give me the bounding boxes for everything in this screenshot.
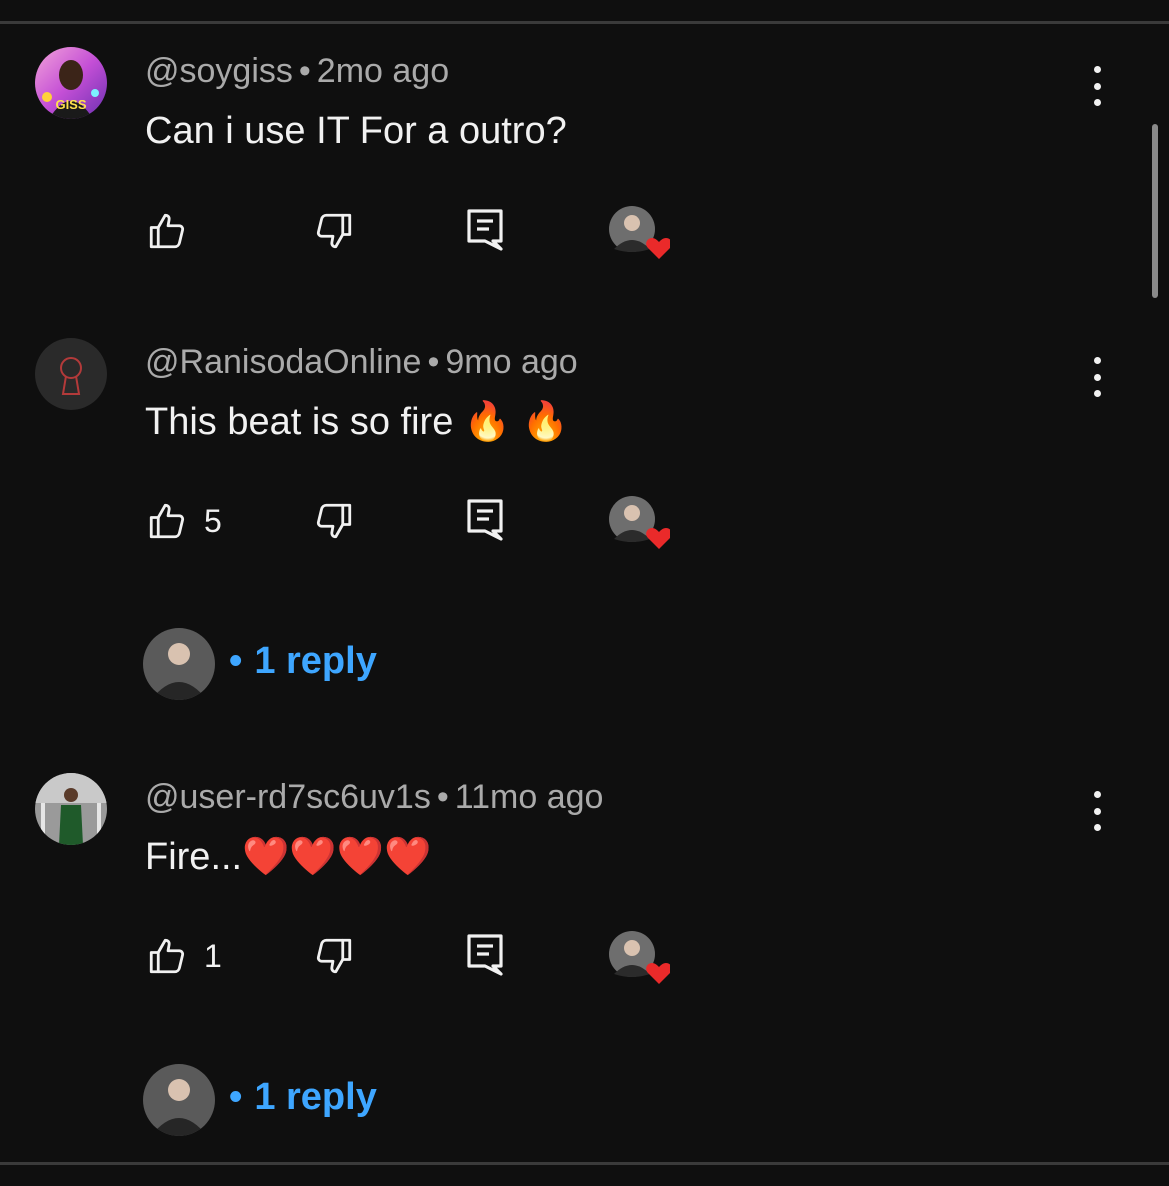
reply-avatar bbox=[143, 1064, 215, 1136]
comment-meta: @RanisodaOnline • 9mo ago bbox=[145, 343, 578, 382]
dislike-icon[interactable] bbox=[313, 500, 355, 542]
creator-heart bbox=[608, 495, 672, 551]
reply-icon[interactable] bbox=[465, 207, 505, 253]
top-divider bbox=[0, 21, 1169, 24]
reply-icon[interactable] bbox=[465, 932, 505, 978]
more-options-button[interactable] bbox=[1080, 66, 1114, 106]
comment-author[interactable]: @RanisodaOnline bbox=[145, 343, 421, 381]
comment-text: This beat is so fire 🔥 🔥 bbox=[145, 401, 570, 443]
avatar[interactable] bbox=[35, 338, 107, 410]
like-count: 5 bbox=[204, 503, 222, 539]
comment-author[interactable]: @soygiss bbox=[145, 52, 293, 90]
avatar[interactable] bbox=[35, 773, 107, 845]
dislike-icon[interactable] bbox=[313, 210, 355, 252]
replies-label[interactable]: 1 reply bbox=[254, 1076, 377, 1118]
avatar[interactable]: GISS bbox=[35, 47, 107, 119]
dislike-icon[interactable] bbox=[313, 935, 355, 977]
comment-text: Can i use IT For a outro? bbox=[145, 110, 567, 152]
separator-dot: • bbox=[229, 640, 243, 682]
comment-time[interactable]: 9mo ago bbox=[445, 343, 577, 381]
separator-dot: • bbox=[229, 1076, 243, 1118]
comment-meta: @soygiss • 2mo ago bbox=[145, 52, 449, 91]
comment-time[interactable]: 2mo ago bbox=[317, 52, 449, 90]
comment-meta: @user-rd7sc6uv1s • 11mo ago bbox=[145, 778, 603, 817]
like-icon[interactable] bbox=[146, 210, 188, 252]
creator-heart bbox=[608, 930, 672, 986]
like-count: 1 bbox=[204, 938, 222, 974]
separator-dot: • bbox=[427, 343, 440, 381]
comment-text: Fire...❤️❤️❤️❤️ bbox=[145, 836, 432, 878]
reply-icon[interactable] bbox=[465, 497, 505, 543]
like-icon[interactable] bbox=[146, 500, 188, 542]
reply-avatar bbox=[143, 628, 215, 700]
like-icon[interactable] bbox=[146, 935, 188, 977]
more-options-button[interactable] bbox=[1080, 791, 1114, 831]
scrollbar[interactable] bbox=[1152, 124, 1158, 298]
more-options-button[interactable] bbox=[1080, 357, 1114, 397]
separator-dot: • bbox=[436, 778, 449, 816]
bottom-divider bbox=[0, 1162, 1169, 1165]
comment-author[interactable]: @user-rd7sc6uv1s bbox=[145, 778, 431, 816]
replies-label[interactable]: 1 reply bbox=[254, 640, 377, 682]
comment-time[interactable]: 11mo ago bbox=[455, 778, 604, 816]
replies-count[interactable]: • 1 reply bbox=[229, 1076, 377, 1119]
creator-heart bbox=[608, 205, 672, 261]
replies-count[interactable]: • 1 reply bbox=[229, 640, 377, 683]
separator-dot: • bbox=[298, 52, 311, 90]
avatar-logo-text: GISS bbox=[55, 97, 86, 112]
